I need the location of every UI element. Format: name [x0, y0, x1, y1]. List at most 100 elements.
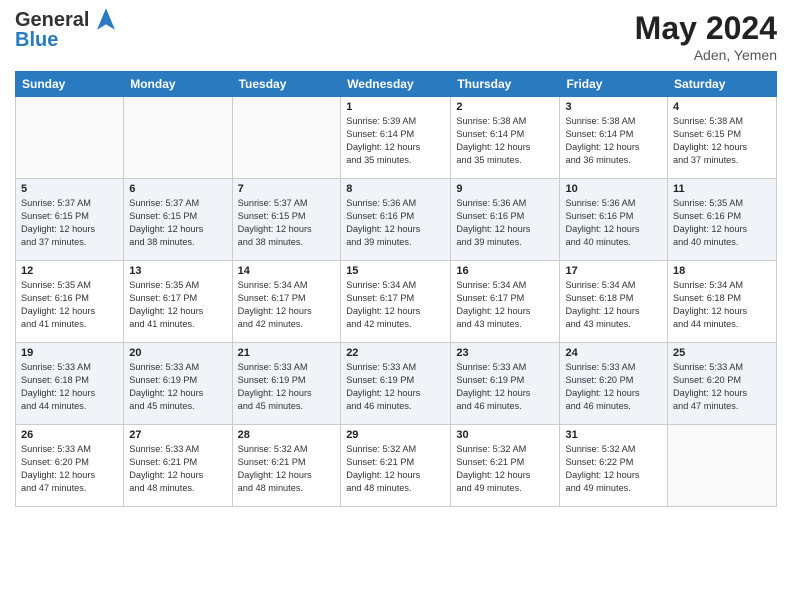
day-number: 22 [346, 347, 445, 359]
calendar-cell: 18 Sunrise: 5:34 AM Sunset: 6:18 PM Dayli… [668, 261, 777, 343]
calendar-cell: 8 Sunrise: 5:36 AM Sunset: 6:16 PM Daylig… [341, 179, 451, 261]
day-info: Sunrise: 5:33 AM Sunset: 6:20 PM Dayligh… [673, 361, 771, 413]
calendar-week-row: 5 Sunrise: 5:37 AM Sunset: 6:15 PM Daylig… [16, 179, 777, 261]
month-title: May 2024 [635, 10, 777, 47]
calendar-cell: 5 Sunrise: 5:37 AM Sunset: 6:15 PM Daylig… [16, 179, 124, 261]
day-info: Sunrise: 5:37 AM Sunset: 6:15 PM Dayligh… [238, 197, 336, 249]
title-block: May 2024 Aden, Yemen [635, 10, 777, 63]
day-info: Sunrise: 5:35 AM Sunset: 6:16 PM Dayligh… [673, 197, 771, 249]
calendar-cell: 21 Sunrise: 5:33 AM Sunset: 6:19 PM Dayli… [232, 343, 341, 425]
day-info: Sunrise: 5:33 AM Sunset: 6:18 PM Dayligh… [21, 361, 118, 413]
day-info: Sunrise: 5:34 AM Sunset: 6:17 PM Dayligh… [346, 279, 445, 331]
day-info: Sunrise: 5:33 AM Sunset: 6:19 PM Dayligh… [238, 361, 336, 413]
day-number: 25 [673, 347, 771, 359]
calendar-cell: 1 Sunrise: 5:39 AM Sunset: 6:14 PM Daylig… [341, 97, 451, 179]
calendar-cell [16, 97, 124, 179]
day-number: 18 [673, 265, 771, 277]
day-info: Sunrise: 5:34 AM Sunset: 6:18 PM Dayligh… [673, 279, 771, 331]
day-info: Sunrise: 5:35 AM Sunset: 6:16 PM Dayligh… [21, 279, 118, 331]
day-number: 12 [21, 265, 118, 277]
calendar-cell: 31Sunrise: 5:32 AM Sunset: 6:22 PM Dayli… [560, 425, 668, 507]
calendar-cell: 24 Sunrise: 5:33 AM Sunset: 6:20 PM Dayli… [560, 343, 668, 425]
logo: General Blue [15, 10, 115, 50]
calendar-cell [668, 425, 777, 507]
day-number: 15 [346, 265, 445, 277]
calendar-cell: 19Sunrise: 5:33 AM Sunset: 6:18 PM Dayli… [16, 343, 124, 425]
calendar-cell: 30Sunrise: 5:32 AM Sunset: 6:21 PM Dayli… [451, 425, 560, 507]
calendar-header-thursday: Thursday [451, 72, 560, 97]
logo-bird-icon [97, 8, 115, 30]
calendar-cell: 25 Sunrise: 5:33 AM Sunset: 6:20 PM Dayli… [668, 343, 777, 425]
calendar: SundayMondayTuesdayWednesdayThursdayFrid… [15, 71, 777, 507]
calendar-cell: 7Sunrise: 5:37 AM Sunset: 6:15 PM Daylig… [232, 179, 341, 261]
day-number: 1 [346, 101, 445, 113]
day-number: 10 [565, 183, 662, 195]
calendar-cell: 23Sunrise: 5:33 AM Sunset: 6:19 PM Dayli… [451, 343, 560, 425]
calendar-cell [124, 97, 232, 179]
day-number: 8 [346, 183, 445, 195]
day-number: 26 [21, 429, 118, 441]
day-info: Sunrise: 5:33 AM Sunset: 6:19 PM Dayligh… [129, 361, 226, 413]
day-info: Sunrise: 5:33 AM Sunset: 6:19 PM Dayligh… [346, 361, 445, 413]
calendar-header-wednesday: Wednesday [341, 72, 451, 97]
day-number: 21 [238, 347, 336, 359]
day-info: Sunrise: 5:34 AM Sunset: 6:18 PM Dayligh… [565, 279, 662, 331]
calendar-cell: 3 Sunrise: 5:38 AM Sunset: 6:14 PM Daylig… [560, 97, 668, 179]
calendar-cell: 20Sunrise: 5:33 AM Sunset: 6:19 PM Dayli… [124, 343, 232, 425]
day-number: 30 [456, 429, 554, 441]
day-info: Sunrise: 5:33 AM Sunset: 6:20 PM Dayligh… [565, 361, 662, 413]
calendar-cell: 29 Sunrise: 5:32 AM Sunset: 6:21 PM Dayli… [341, 425, 451, 507]
calendar-week-row: 12 Sunrise: 5:35 AM Sunset: 6:16 PM Dayli… [16, 261, 777, 343]
calendar-cell: 15 Sunrise: 5:34 AM Sunset: 6:17 PM Dayli… [341, 261, 451, 343]
day-info: Sunrise: 5:32 AM Sunset: 6:21 PM Dayligh… [238, 443, 336, 495]
day-info: Sunrise: 5:34 AM Sunset: 6:17 PM Dayligh… [456, 279, 554, 331]
day-info: Sunrise: 5:35 AM Sunset: 6:17 PM Dayligh… [129, 279, 226, 331]
day-number: 2 [456, 101, 554, 113]
calendar-header-friday: Friday [560, 72, 668, 97]
calendar-cell: 4Sunrise: 5:38 AM Sunset: 6:15 PM Daylig… [668, 97, 777, 179]
calendar-cell: 26 Sunrise: 5:33 AM Sunset: 6:20 PM Dayli… [16, 425, 124, 507]
day-info: Sunrise: 5:36 AM Sunset: 6:16 PM Dayligh… [565, 197, 662, 249]
day-number: 24 [565, 347, 662, 359]
calendar-cell: 10 Sunrise: 5:36 AM Sunset: 6:16 PM Dayli… [560, 179, 668, 261]
calendar-cell: 28Sunrise: 5:32 AM Sunset: 6:21 PM Dayli… [232, 425, 341, 507]
day-info: Sunrise: 5:36 AM Sunset: 6:16 PM Dayligh… [346, 197, 445, 249]
calendar-cell: 17 Sunrise: 5:34 AM Sunset: 6:18 PM Dayli… [560, 261, 668, 343]
day-number: 4 [673, 101, 771, 113]
day-info: Sunrise: 5:36 AM Sunset: 6:16 PM Dayligh… [456, 197, 554, 249]
day-number: 13 [129, 265, 226, 277]
day-number: 27 [129, 429, 226, 441]
header: General Blue May 2024 Aden, Yemen [15, 10, 777, 63]
day-number: 14 [238, 265, 336, 277]
day-info: Sunrise: 5:32 AM Sunset: 6:22 PM Dayligh… [565, 443, 662, 495]
day-info: Sunrise: 5:33 AM Sunset: 6:20 PM Dayligh… [21, 443, 118, 495]
calendar-header-tuesday: Tuesday [232, 72, 341, 97]
day-info: Sunrise: 5:32 AM Sunset: 6:21 PM Dayligh… [346, 443, 445, 495]
day-info: Sunrise: 5:34 AM Sunset: 6:17 PM Dayligh… [238, 279, 336, 331]
day-info: Sunrise: 5:39 AM Sunset: 6:14 PM Dayligh… [346, 115, 445, 167]
day-info: Sunrise: 5:38 AM Sunset: 6:14 PM Dayligh… [565, 115, 662, 167]
page: General Blue May 2024 Aden, Yemen Sunday… [0, 0, 792, 612]
calendar-cell: 13 Sunrise: 5:35 AM Sunset: 6:17 PM Dayli… [124, 261, 232, 343]
calendar-cell [232, 97, 341, 179]
day-info: Sunrise: 5:33 AM Sunset: 6:21 PM Dayligh… [129, 443, 226, 495]
day-number: 3 [565, 101, 662, 113]
calendar-header-sunday: Sunday [16, 72, 124, 97]
day-number: 17 [565, 265, 662, 277]
day-number: 29 [346, 429, 445, 441]
calendar-cell: 6Sunrise: 5:37 AM Sunset: 6:15 PM Daylig… [124, 179, 232, 261]
logo-blue-text: Blue [15, 30, 115, 50]
day-number: 11 [673, 183, 771, 195]
day-number: 9 [456, 183, 554, 195]
calendar-week-row: 26 Sunrise: 5:33 AM Sunset: 6:20 PM Dayli… [16, 425, 777, 507]
calendar-header-row: SundayMondayTuesdayWednesdayThursdayFrid… [16, 72, 777, 97]
calendar-cell: 11 Sunrise: 5:35 AM Sunset: 6:16 PM Dayli… [668, 179, 777, 261]
calendar-cell: 2Sunrise: 5:38 AM Sunset: 6:14 PM Daylig… [451, 97, 560, 179]
day-number: 16 [456, 265, 554, 277]
calendar-cell: 9 Sunrise: 5:36 AM Sunset: 6:16 PM Daylig… [451, 179, 560, 261]
calendar-cell: 27 Sunrise: 5:33 AM Sunset: 6:21 PM Dayli… [124, 425, 232, 507]
day-number: 5 [21, 183, 118, 195]
calendar-cell: 16 Sunrise: 5:34 AM Sunset: 6:17 PM Dayli… [451, 261, 560, 343]
day-info: Sunrise: 5:37 AM Sunset: 6:15 PM Dayligh… [21, 197, 118, 249]
calendar-week-row: 19Sunrise: 5:33 AM Sunset: 6:18 PM Dayli… [16, 343, 777, 425]
